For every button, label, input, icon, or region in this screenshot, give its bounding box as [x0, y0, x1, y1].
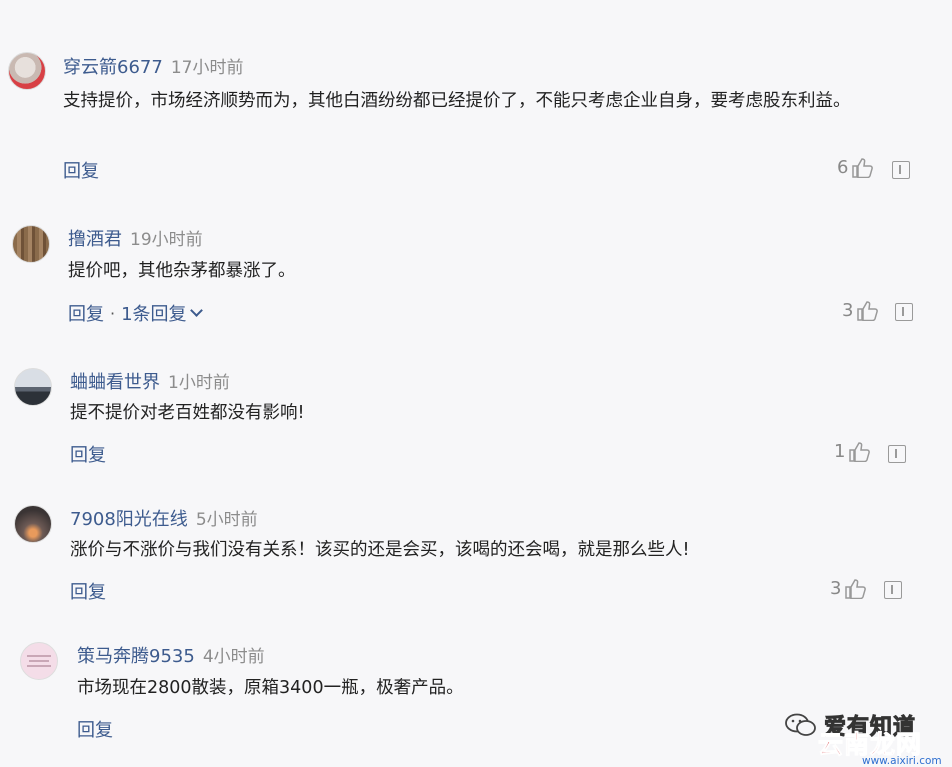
comment-text: 提价吧，其他杂茅都暴涨了。: [68, 261, 296, 281]
report-icon[interactable]: [888, 445, 906, 463]
reply-button[interactable]: 回复: [70, 441, 106, 467]
comment-4: 7908阳光在线 5小时前 涨价与不涨价与我们没有关系！该买的还是会买，该喝的还…: [0, 472, 952, 612]
username[interactable]: 撸酒君: [68, 225, 122, 251]
comment-text: 支持提价，市场经济顺势而为，其他白酒纷纷都已经提价了，不能只考虑企业自身，要考虑…: [63, 91, 851, 111]
avatar[interactable]: [8, 52, 46, 90]
timestamp: 17小时前: [170, 58, 244, 78]
report-icon[interactable]: [892, 161, 910, 179]
watermark-url: www.aixiri.com: [862, 755, 942, 767]
username[interactable]: 策马奔腾9535: [77, 642, 195, 668]
comment-1: 穿云箭6677 17小时前 支持提价，市场经济顺势而为，其他白酒纷纷都已经提价了…: [0, 0, 952, 190]
thumbs-up-icon: [849, 441, 871, 462]
avatar[interactable]: [20, 642, 58, 680]
like-button[interactable]: 3: [830, 578, 867, 599]
comment-2: 撸酒君 19小时前 提价吧，其他杂茅都暴涨了。 回复 · 1条回复 3: [0, 190, 952, 330]
timestamp: 4小时前: [202, 647, 265, 667]
like-button[interactable]: 3: [842, 300, 879, 321]
avatar[interactable]: [12, 225, 50, 263]
username[interactable]: 蛐蛐看世界: [70, 368, 160, 394]
reply-button[interactable]: 回复: [63, 157, 99, 183]
watermark: 爱有知道 云南龙网 www.aixiri.com: [780, 705, 952, 767]
view-replies-link[interactable]: 1条回复: [121, 300, 186, 326]
thumbs-up-icon: [857, 300, 879, 321]
like-count: 6: [837, 157, 849, 178]
wechat-icon: [785, 713, 816, 736]
timestamp: 5小时前: [195, 510, 258, 530]
comment-3: 蛐蛐看世界 1小时前 提不提价对老百姓都没有影响! 回复 1: [0, 330, 952, 472]
comment-text: 市场现在2800散装，原箱3400一瓶，极奢产品。: [77, 678, 464, 698]
report-icon[interactable]: [895, 303, 913, 321]
chevron-down-icon[interactable]: [189, 303, 203, 317]
username[interactable]: 穿云箭6677: [63, 53, 163, 79]
timestamp: 1小时前: [168, 373, 230, 393]
thumbs-up-icon: [845, 578, 867, 599]
comment-text: 涨价与不涨价与我们没有关系！该买的还是会买，该喝的还会喝，就是那么些人!: [70, 540, 690, 560]
like-button[interactable]: 1: [834, 441, 871, 462]
avatar[interactable]: [14, 368, 52, 406]
report-icon[interactable]: [884, 581, 902, 599]
reply-button[interactable]: 回复: [77, 716, 113, 742]
like-count: 3: [830, 578, 842, 599]
like-count: 1: [834, 441, 846, 462]
comment-text: 提不提价对老百姓都没有影响!: [70, 403, 305, 423]
timestamp: 19小时前: [130, 230, 203, 250]
thumbs-up-icon: [852, 157, 874, 178]
reply-button[interactable]: 回复: [68, 300, 104, 326]
username[interactable]: 7908阳光在线: [70, 505, 188, 531]
reply-button[interactable]: 回复: [70, 578, 106, 604]
like-button[interactable]: 6: [837, 157, 874, 178]
like-count: 3: [842, 300, 854, 321]
avatar[interactable]: [14, 505, 52, 543]
